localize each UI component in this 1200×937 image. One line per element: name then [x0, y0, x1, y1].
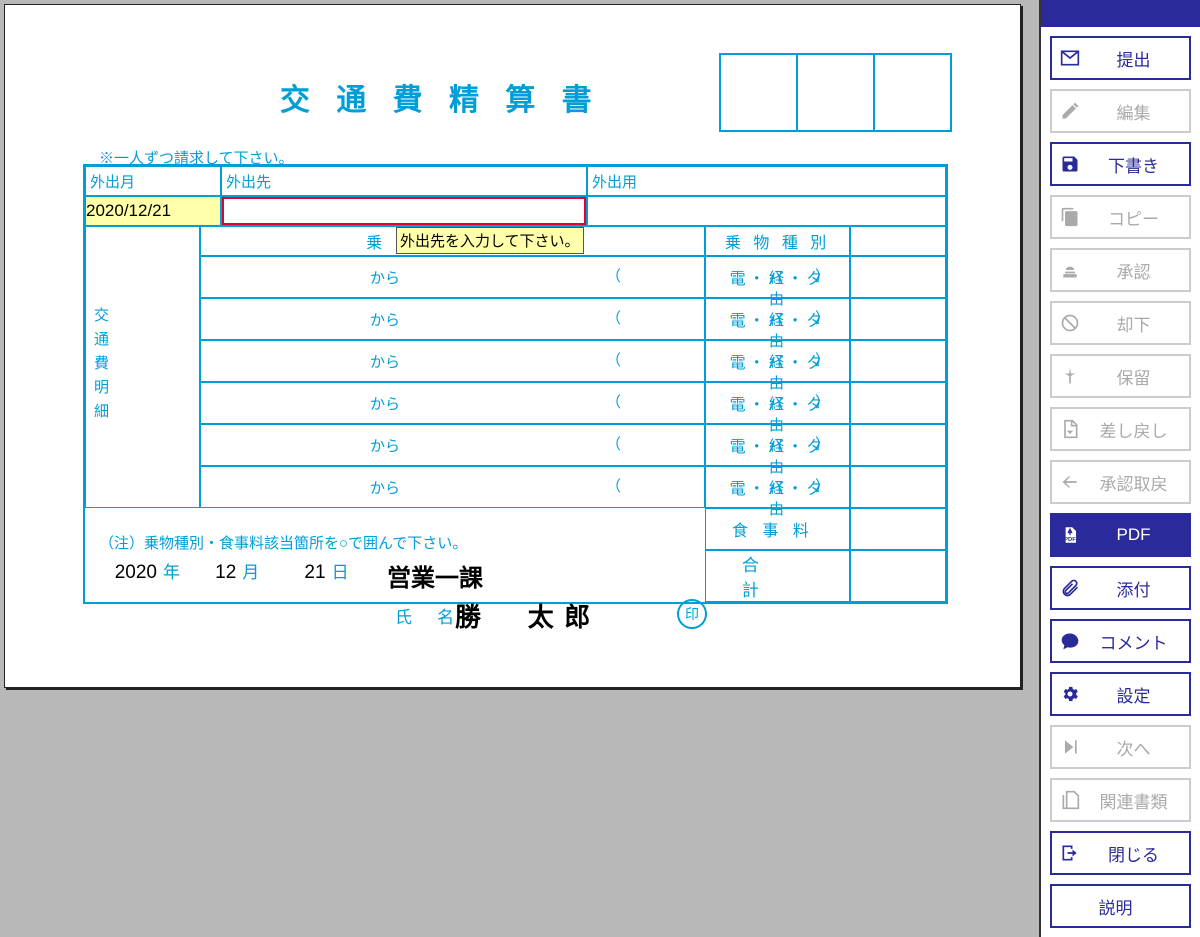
amount-cell[interactable]	[850, 424, 946, 466]
btn-label: コピー	[1088, 205, 1189, 230]
footer-date: 2020年 12月 21日	[103, 558, 355, 584]
remand-icon	[1052, 419, 1088, 439]
btn-label: 差し戻し	[1088, 417, 1189, 442]
btn-label: 下書き	[1088, 152, 1189, 177]
dest-tooltip: 外出先を入力して下さい。	[396, 227, 584, 254]
btn-label: 次へ	[1088, 735, 1189, 760]
btn-label: 閉じる	[1088, 841, 1189, 866]
btn-cancel: 承認取戻	[1050, 460, 1191, 504]
hold-icon	[1052, 366, 1088, 386]
hdr-purpose: 外出用	[587, 166, 946, 196]
total-label: 合 計	[705, 550, 850, 602]
approval-stamps	[719, 53, 952, 132]
submit-icon	[1052, 48, 1088, 68]
ride-row[interactable]: から（経由）	[200, 256, 705, 298]
btn-hold: 保留	[1050, 354, 1191, 398]
attach-icon	[1052, 578, 1088, 598]
btn-next: 次へ	[1050, 725, 1191, 769]
btn-remand: 差し戻し	[1050, 407, 1191, 451]
reject-icon	[1052, 313, 1088, 333]
btn-approve: 承認	[1050, 248, 1191, 292]
amount-cell[interactable]	[850, 466, 946, 508]
approve-icon	[1052, 260, 1088, 280]
btn-comment[interactable]: コメント	[1050, 619, 1191, 663]
hdr-month: 外出月	[85, 166, 221, 196]
settings-icon	[1052, 684, 1088, 704]
seal-mark: 印	[677, 599, 707, 629]
sidebar-header	[1041, 0, 1200, 27]
name-label: 氏 名	[395, 603, 464, 628]
ride-row[interactable]: から（経由）	[200, 340, 705, 382]
btn-related: 関連書類	[1050, 778, 1191, 822]
copy-icon	[1052, 207, 1088, 227]
form-title: 交 通 費 精 算 書	[280, 75, 601, 119]
btn-edit: 編集	[1050, 89, 1191, 133]
applicant-name: 勝 太郎	[455, 597, 601, 634]
purpose-input[interactable]	[587, 196, 946, 226]
btn-pdf[interactable]: PDF PDF	[1050, 513, 1191, 557]
btn-label: 却下	[1088, 311, 1189, 336]
hdr-kbetu: 乗 物 種 別	[705, 226, 850, 256]
edit-icon	[1052, 101, 1088, 121]
department: 営業一課	[387, 558, 483, 593]
ride-row[interactable]: から（経由）	[200, 466, 705, 508]
amount-cell[interactable]	[850, 382, 946, 424]
btn-label: コメント	[1088, 629, 1189, 654]
close-icon	[1052, 843, 1088, 863]
next-icon	[1052, 737, 1088, 757]
ride-row[interactable]: から（経由）	[200, 424, 705, 466]
amount-cell[interactable]	[850, 298, 946, 340]
btn-label: 承認取戻	[1088, 470, 1189, 495]
draft-icon	[1052, 154, 1088, 174]
ride-row[interactable]: から（経由）	[200, 382, 705, 424]
vlabel-meisai: 交通費明細	[86, 299, 115, 435]
comment-icon	[1052, 631, 1088, 651]
btn-label: PDF	[1088, 525, 1189, 545]
btn-label: 設定	[1088, 682, 1189, 707]
cancel-icon	[1052, 472, 1088, 492]
meal-amount[interactable]	[850, 508, 946, 550]
svg-text:PDF: PDF	[1064, 537, 1076, 543]
btn-reject: 却下	[1050, 301, 1191, 345]
btn-label: 提出	[1088, 46, 1189, 71]
note-bottom: （注）乗物種別・食事料該当箇所を○で囲んで下さい。	[99, 532, 467, 553]
btn-label: 説明	[1052, 894, 1189, 919]
btn-attach[interactable]: 添付	[1050, 566, 1191, 610]
dest-input[interactable]	[221, 196, 587, 226]
btn-copy: コピー	[1050, 195, 1191, 239]
amount-cell[interactable]	[850, 340, 946, 382]
hdr-amount	[850, 226, 946, 256]
btn-label: 保留	[1088, 364, 1189, 389]
btn-label: 添付	[1088, 576, 1189, 601]
btn-settings[interactable]: 設定	[1050, 672, 1191, 716]
btn-label: 承認	[1088, 258, 1189, 283]
btn-submit[interactable]: 提出	[1050, 36, 1191, 80]
amount-cell[interactable]	[850, 256, 946, 298]
related-icon	[1052, 790, 1088, 810]
ride-row[interactable]: から（経由）	[200, 298, 705, 340]
date-input[interactable]: 2020/12/21	[85, 196, 221, 226]
btn-close[interactable]: 閉じる	[1050, 831, 1191, 875]
btn-help[interactable]: 説明	[1050, 884, 1191, 928]
action-sidebar: 提出編集下書きコピー承認却下保留差し戻し承認取戻 PDF PDF 添付コメント設定次へ…	[1039, 0, 1200, 937]
pdf-icon: PDF	[1052, 525, 1088, 545]
btn-label: 編集	[1088, 99, 1189, 124]
btn-draft[interactable]: 下書き	[1050, 142, 1191, 186]
hdr-dest: 外出先	[221, 166, 587, 196]
btn-label: 関連書類	[1088, 788, 1189, 813]
expense-form: 交 通 費 精 算 書 ※一人ずつ請求して下さい。 外出月 外出先 外出用 20…	[4, 4, 1021, 688]
